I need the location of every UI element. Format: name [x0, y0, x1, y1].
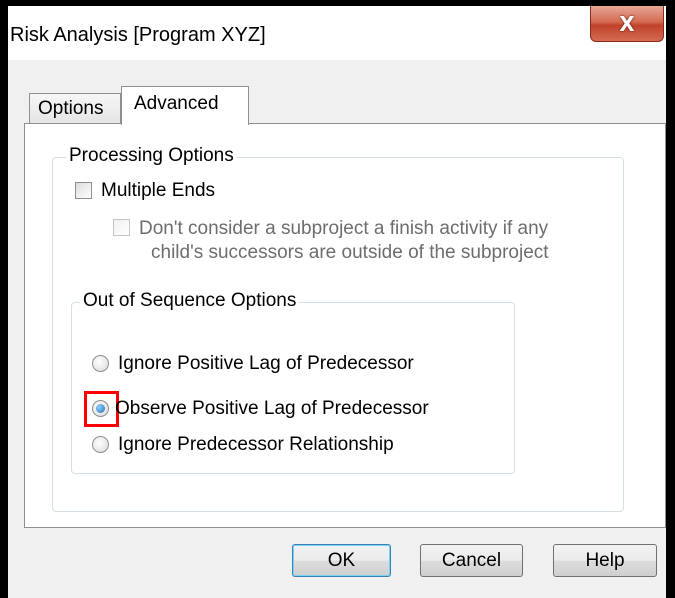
close-button[interactable]: X	[590, 6, 664, 42]
close-icon: X	[619, 11, 635, 36]
multiple-ends-checkbox[interactable]	[75, 182, 92, 199]
cancel-button[interactable]: Cancel	[420, 544, 523, 577]
radio-label[interactable]: Observe Positive Lag of Predecessor	[115, 398, 429, 420]
radio-ignore-predecessor-relationship[interactable]: Ignore Predecessor Relationship	[92, 434, 394, 456]
radio-button[interactable]	[92, 355, 109, 372]
window-title: Risk Analysis [Program XYZ]	[10, 24, 266, 46]
out-of-sequence-label: Out of Sequence Options	[80, 290, 300, 312]
tab-options[interactable]: Options	[29, 93, 121, 124]
multiple-ends-row[interactable]: Multiple Ends	[75, 180, 215, 202]
multiple-ends-label[interactable]: Multiple Ends	[101, 180, 215, 202]
radio-observe-positive-lag[interactable]: Observe Positive Lag of Predecessor	[92, 398, 429, 420]
screen-frame-right	[666, 0, 675, 598]
risk-analysis-dialog: Risk Analysis [Program XYZ] X Options Ad…	[8, 6, 666, 598]
radio-label[interactable]: Ignore Predecessor Relationship	[118, 434, 394, 456]
radio-button[interactable]	[92, 436, 109, 453]
processing-options-label: Processing Options	[66, 145, 237, 167]
screen-frame-left	[0, 0, 8, 598]
ok-button[interactable]: OK	[292, 544, 391, 577]
advanced-tab-panel: Processing Options Multiple Ends Don't c…	[24, 123, 666, 528]
out-of-sequence-group: Out of Sequence Options Ignore Positive …	[71, 290, 515, 474]
subproject-option-line1: Don't consider a subproject a finish act…	[139, 218, 549, 239]
processing-options-group: Processing Options Multiple Ends Don't c…	[52, 145, 624, 512]
radio-label[interactable]: Ignore Positive Lag of Predecessor	[118, 353, 414, 375]
radio-ignore-positive-lag[interactable]: Ignore Positive Lag of Predecessor	[92, 353, 414, 375]
dialog-client-area: Options Advanced Processing Options Mult…	[8, 60, 666, 598]
help-button[interactable]: Help	[553, 544, 657, 577]
subproject-option-line2: child's successors are outside of the su…	[151, 242, 549, 263]
tab-advanced[interactable]: Advanced	[121, 86, 249, 125]
title-bar: Risk Analysis [Program XYZ] X	[8, 6, 666, 60]
radio-button-selected[interactable]	[92, 400, 109, 417]
subproject-finish-checkbox	[113, 219, 130, 236]
subproject-option-row: Don't consider a subproject a finish act…	[113, 217, 549, 265]
